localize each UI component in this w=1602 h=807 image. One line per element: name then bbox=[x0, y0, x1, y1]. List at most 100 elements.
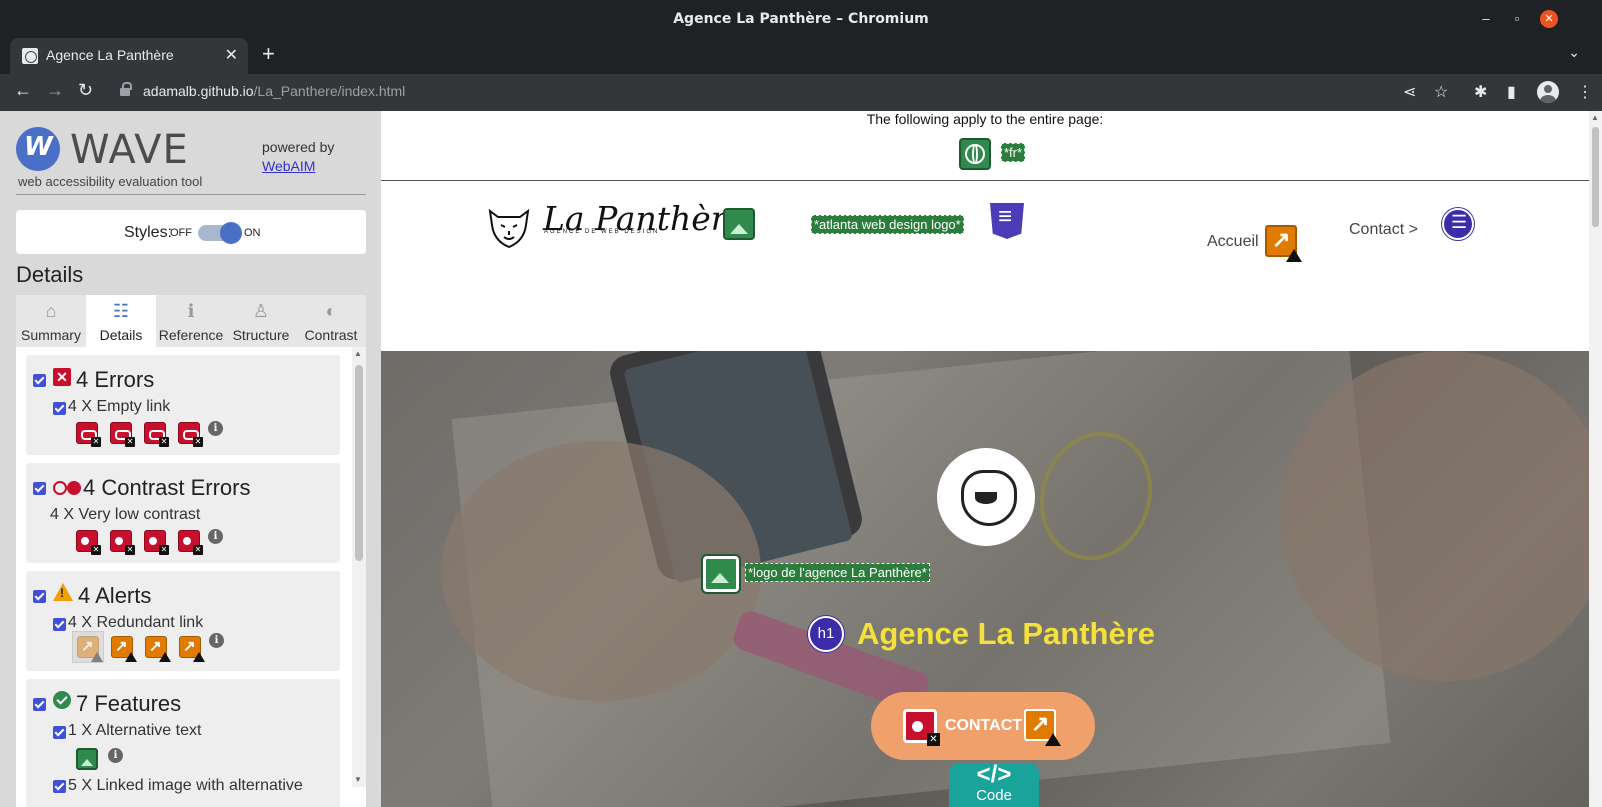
language-globe-icon[interactable] bbox=[959, 138, 991, 170]
alerts-title: 4 Alerts bbox=[78, 583, 152, 608]
favicon-icon bbox=[22, 48, 38, 64]
feature-icon bbox=[53, 691, 71, 709]
empty-link-icon[interactable]: ✕ bbox=[110, 422, 135, 447]
alt-text-image-icon[interactable] bbox=[723, 208, 755, 240]
code-toggle-tab[interactable]: </> Code bbox=[949, 761, 1039, 807]
tab-structure[interactable]: ♙ Structure bbox=[226, 295, 296, 347]
contrast-error-icon[interactable]: ✕ bbox=[903, 709, 940, 746]
empty-link-icon[interactable]: ✕ bbox=[76, 422, 101, 447]
url-path: /La_Panthere/index.html bbox=[253, 83, 406, 99]
very-low-contrast-icon[interactable]: ✕ bbox=[76, 530, 101, 555]
address-bar[interactable]: adamalb.github.io/La_Panthere/index.html bbox=[143, 83, 405, 99]
browser-menu-icon[interactable]: ⋮ bbox=[1577, 82, 1593, 102]
redundant-link-checkbox[interactable] bbox=[53, 618, 66, 631]
features-checkbox[interactable] bbox=[33, 698, 46, 711]
tab-details[interactable]: ☷ Details bbox=[86, 295, 156, 347]
hierarchy-icon: ♙ bbox=[252, 301, 270, 321]
redundant-link-icon[interactable] bbox=[1024, 709, 1061, 746]
hero-title: Agence La Panthère bbox=[857, 616, 1156, 651]
nav-accueil-link[interactable]: Accueil bbox=[1207, 233, 1259, 251]
linked-image-checkbox[interactable] bbox=[53, 780, 66, 793]
window-titlebar: Agence La Panthère – Chromium – ▫ ✕ bbox=[0, 0, 1602, 38]
contact-button[interactable]: ✕ CONTACT bbox=[871, 692, 1095, 760]
wave-subtitle: web accessibility evaluation tool bbox=[18, 174, 203, 189]
styles-on-label: ON bbox=[244, 227, 261, 239]
wave-title: WAVE bbox=[70, 127, 189, 173]
contrast-icon: ◐ bbox=[325, 301, 337, 321]
alerts-checkbox[interactable] bbox=[33, 590, 46, 603]
alerts-card: 4 Alerts 4 X Redundant link i bbox=[26, 571, 340, 671]
tab-close-icon[interactable]: ✕ bbox=[225, 45, 238, 65]
extensions-icon[interactable]: ✱ bbox=[1474, 82, 1487, 102]
contact-button-label: CONTACT bbox=[945, 717, 1023, 734]
empty-link-icon[interactable]: ✕ bbox=[178, 422, 203, 447]
home-icon: ⌂ bbox=[45, 301, 57, 321]
scroll-down-arrow[interactable]: ▼ bbox=[354, 775, 362, 784]
redundant-link-icon[interactable] bbox=[1265, 225, 1302, 262]
maximize-button[interactable]: ▫ bbox=[1508, 10, 1526, 28]
code-tab-label: Code bbox=[976, 787, 1012, 804]
info-icon[interactable]: i bbox=[108, 748, 123, 763]
tab-contrast[interactable]: ◐ Contrast bbox=[296, 295, 366, 347]
panel-scrollbar[interactable]: ▲ ▼ bbox=[352, 347, 366, 787]
redundant-link-icon[interactable] bbox=[77, 636, 103, 662]
new-tab-button[interactable]: + bbox=[262, 41, 275, 67]
errors-checkbox[interactable] bbox=[33, 374, 46, 387]
forward-button[interactable]: → bbox=[46, 80, 64, 101]
info-icon[interactable]: i bbox=[208, 529, 223, 544]
redundant-link-icon[interactable] bbox=[111, 636, 137, 662]
alt-text-image-icon[interactable] bbox=[703, 556, 739, 592]
styles-toggle-box: Styles: OFF ON bbox=[16, 210, 366, 254]
share-icon[interactable]: ⋖ bbox=[1403, 82, 1416, 102]
hero-panther-logo bbox=[937, 448, 1035, 546]
webaim-link[interactable]: WebAIM bbox=[262, 158, 315, 174]
code-icon: </> bbox=[976, 761, 1012, 788]
contrast-error-icon bbox=[53, 481, 81, 495]
profile-avatar[interactable] bbox=[1537, 81, 1559, 103]
info-icon[interactable]: i bbox=[208, 421, 223, 436]
tab-search-button[interactable]: ⌄ bbox=[1568, 44, 1580, 61]
tab-summary[interactable]: ⌂ Summary bbox=[16, 295, 86, 347]
scroll-thumb[interactable] bbox=[355, 365, 363, 561]
browser-tab[interactable]: Agence La Panthère ✕ bbox=[10, 38, 248, 74]
minimize-button[interactable]: – bbox=[1477, 10, 1495, 28]
language-tag: *fr* bbox=[1001, 143, 1026, 162]
tab-reference[interactable]: ℹ Reference bbox=[156, 295, 226, 347]
divider bbox=[16, 194, 366, 195]
wave-sidebar: W WAVE web accessibility evaluation tool… bbox=[0, 111, 381, 807]
toggle-knob bbox=[220, 222, 242, 244]
scroll-thumb[interactable] bbox=[1592, 127, 1599, 227]
bookmark-star-icon[interactable]: ☆ bbox=[1434, 82, 1448, 102]
scroll-up-arrow[interactable]: ▲ bbox=[1591, 113, 1599, 122]
error-icon: ✕ bbox=[53, 368, 71, 386]
page-level-annotations: The following apply to the entire page: … bbox=[381, 111, 1589, 181]
contrast-title: 4 Contrast Errors bbox=[83, 475, 251, 500]
redundant-link-icon[interactable] bbox=[145, 636, 171, 662]
unordered-list-icon[interactable] bbox=[1442, 208, 1474, 240]
empty-link-checkbox[interactable] bbox=[53, 402, 66, 415]
lock-icon[interactable] bbox=[120, 82, 132, 97]
side-panel-icon[interactable]: ▮ bbox=[1507, 82, 1516, 102]
scroll-up-arrow[interactable]: ▲ bbox=[354, 349, 362, 358]
h1-heading-icon[interactable]: h1 bbox=[808, 616, 844, 652]
reload-button[interactable]: ↻ bbox=[78, 80, 93, 101]
close-window-button[interactable]: ✕ bbox=[1540, 10, 1558, 28]
empty-link-icon[interactable]: ✕ bbox=[144, 422, 169, 447]
styles-toggle[interactable] bbox=[198, 222, 242, 244]
styles-off-label: OFF bbox=[170, 227, 192, 239]
css-list-icon[interactable] bbox=[990, 203, 1024, 239]
styles-label: Styles: bbox=[124, 224, 173, 241]
redundant-link-icon[interactable] bbox=[179, 636, 205, 662]
tab-title: Agence La Panthère bbox=[46, 47, 174, 63]
info-icon[interactable]: i bbox=[209, 633, 224, 648]
very-low-contrast-icon[interactable]: ✕ bbox=[110, 530, 135, 555]
page-scrollbar[interactable]: ▲ bbox=[1589, 111, 1602, 807]
very-low-contrast-icon[interactable]: ✕ bbox=[178, 530, 203, 555]
alternative-text-icon[interactable] bbox=[76, 748, 98, 770]
details-heading: Details bbox=[16, 262, 84, 287]
contrast-checkbox[interactable] bbox=[33, 482, 46, 495]
nav-contact-link[interactable]: Contact > bbox=[1349, 221, 1418, 239]
alternative-text-checkbox[interactable] bbox=[53, 726, 66, 739]
back-button[interactable]: ← bbox=[14, 80, 32, 101]
very-low-contrast-icon[interactable]: ✕ bbox=[144, 530, 169, 555]
